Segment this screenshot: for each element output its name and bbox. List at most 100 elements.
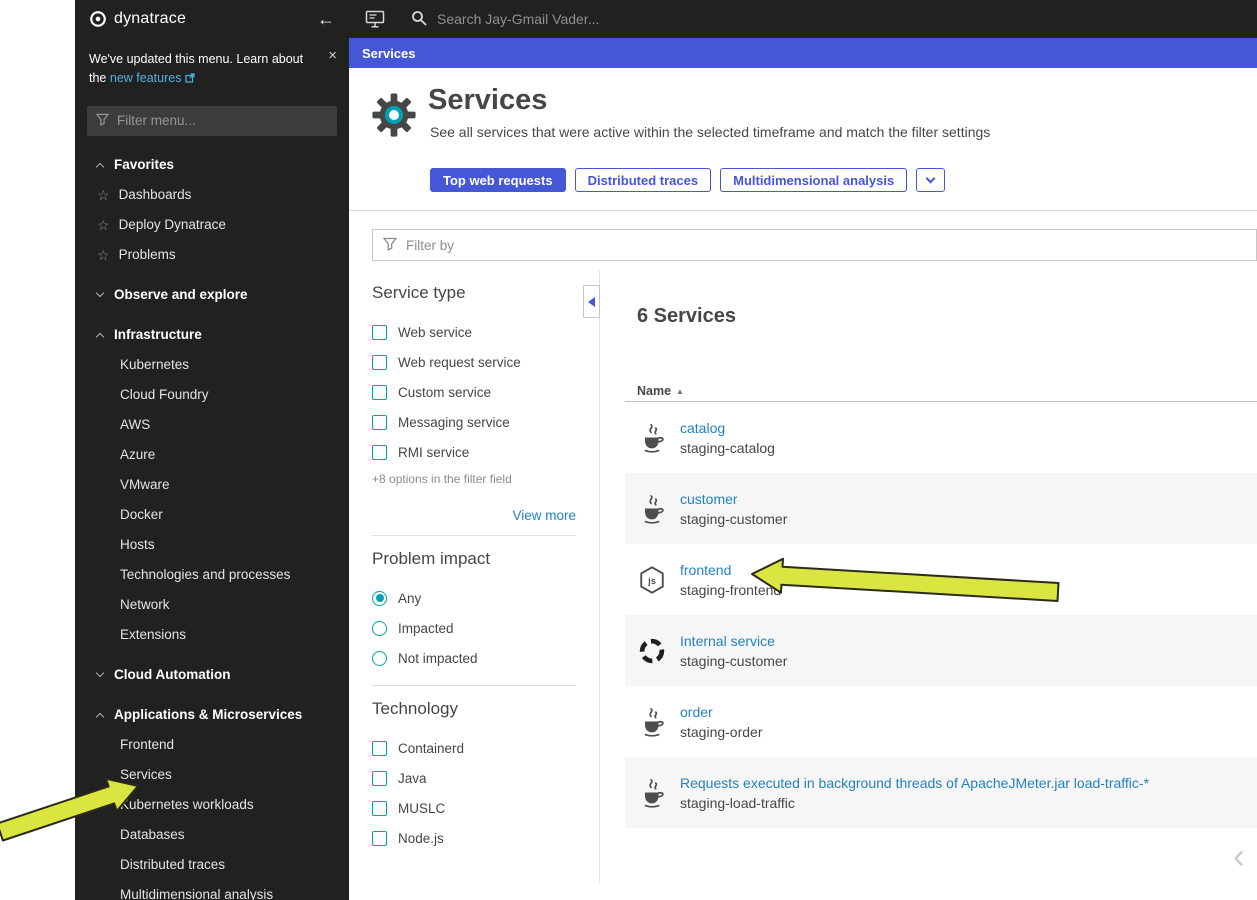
- filter-option-messaging-service[interactable]: Messaging service: [372, 407, 576, 437]
- view-more-link[interactable]: View more: [372, 508, 576, 523]
- sidebar-item-services[interactable]: Services: [75, 760, 349, 790]
- header-divider: [349, 210, 1257, 211]
- checkbox[interactable]: [372, 801, 387, 816]
- sidebar-item-vmware[interactable]: VMware: [75, 470, 349, 500]
- sidebar-item-extensions[interactable]: Extensions: [75, 620, 349, 650]
- multidimensional-analysis-button[interactable]: Multidimensional analysis: [720, 168, 907, 192]
- menu-filter-input[interactable]: [117, 113, 328, 128]
- sidebar-item-databases[interactable]: Databases: [75, 820, 349, 850]
- option-label: Messaging service: [398, 415, 510, 430]
- breadcrumb[interactable]: Services: [362, 46, 416, 61]
- filter-option-web-request-service[interactable]: Web request service: [372, 347, 576, 377]
- sidebar-section-applications-microservices[interactable]: Applications & Microservices: [75, 700, 349, 730]
- checkbox[interactable]: [372, 325, 387, 340]
- filter-option-custom-service[interactable]: Custom service: [372, 377, 576, 407]
- sidebar-section-cloud-automation[interactable]: Cloud Automation: [75, 660, 349, 690]
- top-web-requests-button[interactable]: Top web requests: [430, 168, 566, 192]
- table-row[interactable]: customerstaging-customer: [625, 473, 1257, 544]
- sidebar-item-multidimensional-analysis[interactable]: Multidimensional analysis: [75, 880, 349, 900]
- radio-selected[interactable]: [372, 591, 387, 606]
- filter-option-web-service[interactable]: Web service: [372, 317, 576, 347]
- service-name-link[interactable]: Requests executed in background threads …: [680, 775, 1149, 791]
- collapse-filter-panel-button[interactable]: [583, 285, 600, 318]
- service-name-link[interactable]: catalog: [680, 420, 775, 436]
- table-row[interactable]: orderstaging-order: [625, 686, 1257, 757]
- svg-text:js: js: [647, 576, 656, 586]
- triangle-left-icon: [588, 297, 595, 307]
- service-name-link[interactable]: order: [680, 704, 763, 720]
- sidebar-item-problems[interactable]: ☆ Problems: [75, 240, 349, 270]
- filter-option-muslc[interactable]: MUSLC: [372, 793, 576, 823]
- checkbox[interactable]: [372, 415, 387, 430]
- environment-monitor-icon[interactable]: [365, 10, 385, 28]
- table-row[interactable]: js frontend staging-frontend: [625, 544, 1257, 615]
- menu-filter-field[interactable]: [87, 106, 337, 136]
- sidebar-item-kubernetes[interactable]: Kubernetes: [75, 350, 349, 380]
- service-name-link[interactable]: frontend: [680, 562, 781, 578]
- column-label: Name: [637, 384, 671, 398]
- distributed-traces-button[interactable]: Distributed traces: [575, 168, 712, 192]
- filter-by-field[interactable]: [372, 229, 1257, 261]
- table-row[interactable]: Internal servicestaging-customer: [625, 615, 1257, 686]
- star-icon: ☆: [97, 218, 110, 232]
- option-label: Custom service: [398, 385, 491, 400]
- sidebar-item-network[interactable]: Network: [75, 590, 349, 620]
- checkbox[interactable]: [372, 385, 387, 400]
- checkbox[interactable]: [372, 771, 387, 786]
- table-row[interactable]: Requests executed in background threads …: [625, 757, 1257, 828]
- scroll-left-chevron[interactable]: ‹: [1233, 838, 1245, 874]
- section-label: Cloud Automation: [114, 667, 230, 682]
- filter-option-rmi-service[interactable]: RMI service: [372, 437, 576, 467]
- close-icon[interactable]: ×: [328, 48, 337, 63]
- services-list: 6 Services Name ▲ catalogstaging-catalog…: [625, 305, 1257, 828]
- filter-option-java[interactable]: Java: [372, 763, 576, 793]
- radio[interactable]: [372, 651, 387, 666]
- collapse-sidebar-button[interactable]: ←: [317, 10, 335, 28]
- filter-option-impacted[interactable]: Impacted: [372, 613, 576, 643]
- filter-option-nodejs[interactable]: Node.js: [372, 823, 576, 853]
- java-icon: [637, 494, 667, 524]
- option-label: MUSLC: [398, 801, 445, 816]
- table-row[interactable]: catalogstaging-catalog: [625, 402, 1257, 473]
- service-name-link[interactable]: Internal service: [680, 633, 787, 649]
- more-options-hint: +8 options in the filter field: [372, 472, 576, 486]
- new-features-link[interactable]: new features: [110, 71, 196, 85]
- sidebar-item-frontend[interactable]: Frontend: [75, 730, 349, 760]
- checkbox[interactable]: [372, 355, 387, 370]
- sidebar-section-infrastructure[interactable]: Infrastructure: [75, 320, 349, 350]
- checkbox[interactable]: [372, 741, 387, 756]
- sidebar-item-deploy-dynatrace[interactable]: ☆ Deploy Dynatrace: [75, 210, 349, 240]
- chevron-up-icon: [96, 163, 104, 171]
- search-input[interactable]: [437, 11, 757, 27]
- technology-heading: Technology: [372, 699, 576, 719]
- sidebar-item-dashboards[interactable]: ☆ Dashboards: [75, 180, 349, 210]
- sidebar-item-kubernetes-workloads[interactable]: Kubernetes workloads: [75, 790, 349, 820]
- item-label: VMware: [120, 477, 170, 492]
- global-search[interactable]: [411, 10, 757, 29]
- filter-option-containerd[interactable]: Containerd: [372, 733, 576, 763]
- more-actions-dropdown-button[interactable]: [916, 168, 945, 192]
- sidebar-item-distributed-traces[interactable]: Distributed traces: [75, 850, 349, 880]
- service-detail: staging-frontend: [680, 582, 781, 598]
- filter-option-not-impacted[interactable]: Not impacted: [372, 643, 576, 673]
- filter-by-input[interactable]: [406, 238, 1246, 253]
- item-label: Services: [120, 767, 172, 782]
- checkbox[interactable]: [372, 445, 387, 460]
- sidebar-item-docker[interactable]: Docker: [75, 500, 349, 530]
- name-column-header[interactable]: Name ▲: [625, 381, 1257, 401]
- item-label: Cloud Foundry: [120, 387, 209, 402]
- section-label: Favorites: [114, 157, 174, 172]
- sidebar-item-technologies-and-processes[interactable]: Technologies and processes: [75, 560, 349, 590]
- service-name-link[interactable]: customer: [680, 491, 787, 507]
- sidebar-item-azure[interactable]: Azure: [75, 440, 349, 470]
- option-label: Containerd: [398, 741, 464, 756]
- option-label: RMI service: [398, 445, 469, 460]
- sidebar-item-cloud-foundry[interactable]: Cloud Foundry: [75, 380, 349, 410]
- checkbox[interactable]: [372, 831, 387, 846]
- filter-option-any[interactable]: Any: [372, 583, 576, 613]
- sidebar-item-aws[interactable]: AWS: [75, 410, 349, 440]
- sidebar-section-observe-and-explore[interactable]: Observe and explore: [75, 280, 349, 310]
- radio[interactable]: [372, 621, 387, 636]
- sidebar-item-hosts[interactable]: Hosts: [75, 530, 349, 560]
- sidebar-section-favorites[interactable]: Favorites: [75, 150, 349, 180]
